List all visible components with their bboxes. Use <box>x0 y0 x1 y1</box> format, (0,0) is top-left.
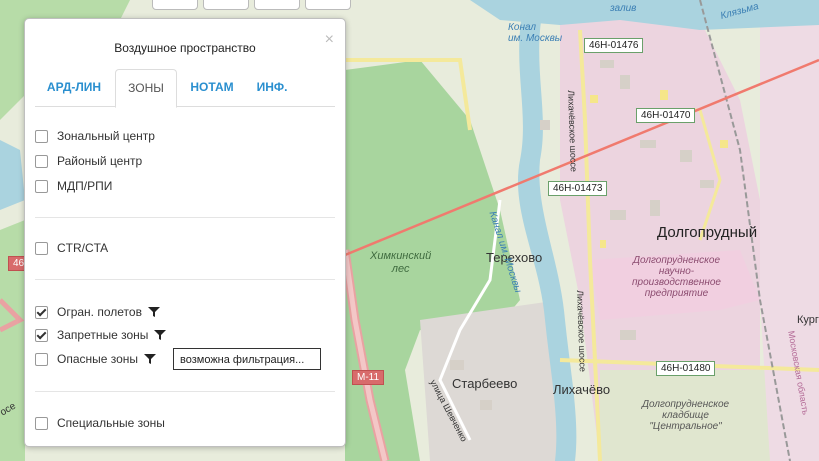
checkbox[interactable] <box>35 129 48 143</box>
poi2-line: "Центральное" <box>649 421 722 432</box>
label-forest-line1: Химкинский <box>370 250 432 262</box>
map-toolbar-button[interactable] <box>152 0 198 10</box>
poi2-line: кладбище <box>662 410 709 421</box>
label-poi-cemetery: Долгопрудненское кладбище "Центральное" <box>642 399 729 432</box>
poi1-line: научно- <box>658 266 695 277</box>
divider <box>35 217 335 218</box>
label-likhachevo: Лихачёво <box>553 382 611 397</box>
checkbox[interactable] <box>35 352 48 366</box>
label-forest-line2: лес <box>391 263 410 275</box>
urban-area <box>760 0 819 461</box>
label-kanal-line1: Конал <box>508 22 537 33</box>
map-toolbar-button[interactable] <box>203 0 249 10</box>
poi2-line: Долгопрудненское <box>642 399 730 410</box>
zone-item-flight-restrictions[interactable]: Огран. полетов <box>35 303 160 321</box>
zone-item-label: Огран. полетов <box>57 305 142 319</box>
label-kurg: Кург <box>797 314 819 326</box>
zone-item-mdp-rpi[interactable]: МДП/РПИ <box>35 177 112 195</box>
road-shield: 46Н-01480 <box>656 361 716 376</box>
zone-item-label: Опасные зоны <box>57 352 139 366</box>
poi1-line: предприятие <box>644 288 709 299</box>
filter-tooltip: возможна фильтрация... <box>173 348 321 370</box>
zone-item-label: МДП/РПИ <box>57 179 113 193</box>
zone-item-label: Районый центр <box>57 154 143 168</box>
tab-notam[interactable]: НОТАМ <box>181 69 243 105</box>
label-kanal: Конал им. Москвы <box>508 22 562 44</box>
checkbox[interactable] <box>35 416 48 430</box>
poi1-line: Долгопрудненское <box>632 255 721 266</box>
tab-ard-lin[interactable]: АРД-ЛИН <box>35 69 113 105</box>
checkbox-checked[interactable] <box>35 328 48 342</box>
label-zaliv: залив <box>610 3 637 14</box>
tab-info[interactable]: ИНФ. <box>247 69 297 105</box>
label-kanal-line2: им. Москвы <box>508 33 563 44</box>
label-khimki-forest: Химкинский лес <box>370 250 431 276</box>
poi1-line: производственное <box>632 277 721 288</box>
filter-icon[interactable] <box>147 306 160 318</box>
divider <box>35 391 335 392</box>
tab-zones[interactable]: ЗОНЫ <box>115 69 177 108</box>
zone-item-label: Зональный центр <box>57 129 155 143</box>
map-toolbar-button[interactable] <box>305 0 351 10</box>
road-shield: 46Н-01470 <box>636 108 696 123</box>
label-starbeevo: Старбеево <box>452 376 518 391</box>
zone-item-label: Специальные зоны <box>57 416 165 430</box>
filter-icon[interactable] <box>154 329 167 341</box>
zone-item-prohibited[interactable]: Запретные зоны <box>35 326 167 344</box>
zone-item-label: CTR/CTA <box>57 241 109 255</box>
filter-icon[interactable] <box>144 353 157 365</box>
road-shield: 46Н-01476 <box>584 38 644 53</box>
map-toolbar-button[interactable] <box>254 0 300 10</box>
zone-item-label: Запретные зоны <box>57 328 149 342</box>
zone-item-ctr-cta[interactable]: CTR/CTA <box>35 239 108 257</box>
zone-item-district-center[interactable]: Районый центр <box>35 152 142 170</box>
label-dolgoprudny: Долгопрудный <box>657 224 758 241</box>
checkbox[interactable] <box>35 154 48 168</box>
checkbox[interactable] <box>35 241 48 255</box>
zone-item-special[interactable]: Специальные зоны <box>35 414 165 432</box>
road-shield: 46Н-01473 <box>548 181 608 196</box>
label-poi-enterprise: Долгопрудненское научно- производственно… <box>632 255 721 299</box>
zone-item-zonal-center[interactable]: Зональный центр <box>35 127 155 145</box>
divider <box>35 279 335 280</box>
checkbox[interactable] <box>35 179 48 193</box>
panel-tabs: АРД-ЛИН ЗОНЫ НОТАМ ИНФ. <box>35 69 335 108</box>
checkbox-checked[interactable] <box>35 305 48 319</box>
zone-item-danger[interactable]: Опасные зоны <box>35 350 157 368</box>
panel-title: Воздушное пространство <box>114 41 256 55</box>
road-shield-m11: М-11 <box>352 370 385 385</box>
airspace-panel: Воздушное пространство × АРД-ЛИН ЗОНЫ НО… <box>24 18 346 447</box>
close-icon[interactable]: × <box>325 31 334 49</box>
